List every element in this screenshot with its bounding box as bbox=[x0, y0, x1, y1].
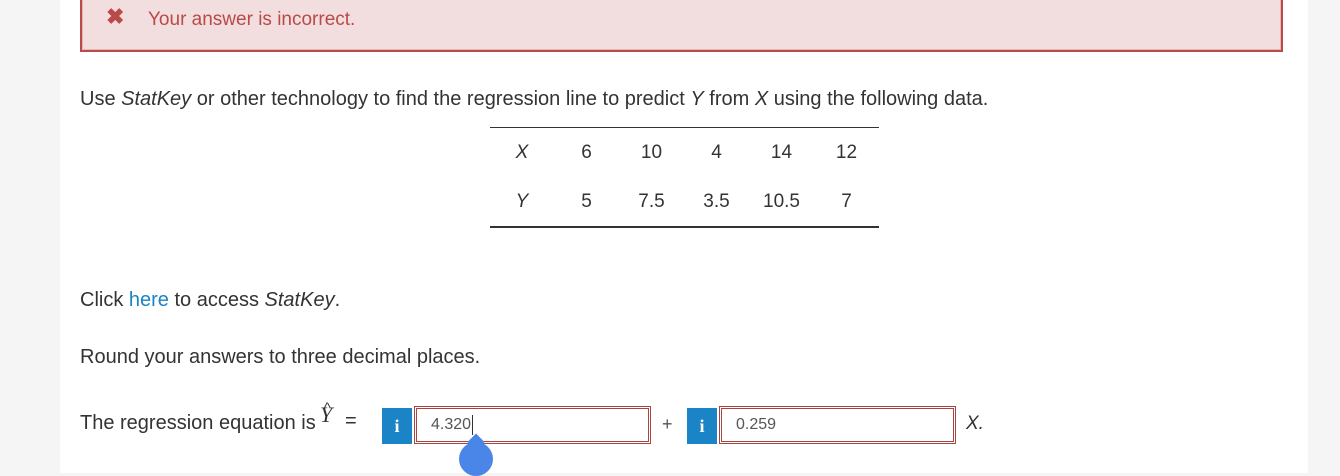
y-hat-symbol: Y bbox=[320, 402, 333, 427]
question-part3: from bbox=[703, 88, 755, 110]
text-caret bbox=[472, 414, 474, 435]
table-row-y: Y 5 7.5 3.5 10.5 7 bbox=[490, 177, 879, 227]
table-cell: 14 bbox=[770, 141, 793, 163]
click-middle: to access bbox=[168, 289, 265, 311]
alert-message: Your answer is incorrect. bbox=[148, 9, 356, 30]
slope-info-button[interactable]: i bbox=[687, 408, 717, 444]
click-suffix: . bbox=[334, 289, 341, 311]
statkey-text: StatKey bbox=[121, 88, 192, 110]
table-cell: 3.5 bbox=[703, 190, 730, 212]
table-cell: 10.5 bbox=[763, 190, 800, 212]
plus-sign: + bbox=[662, 414, 673, 434]
table-header-y: Y bbox=[515, 190, 529, 212]
table-row-x: X 6 10 4 14 12 bbox=[490, 128, 879, 178]
statkey-link[interactable]: here bbox=[129, 289, 169, 311]
table-cell: 7 bbox=[841, 190, 852, 212]
question-part4: using the following data. bbox=[768, 88, 989, 110]
click-statkey-text: StatKey bbox=[264, 289, 335, 311]
question-part1: Use bbox=[80, 88, 122, 110]
table-cell: 6 bbox=[581, 141, 592, 163]
equals-sign: = bbox=[345, 410, 357, 432]
intercept-value: 4.320 bbox=[431, 416, 472, 433]
statkey-access-line: Click here to access StatKey. bbox=[80, 289, 340, 312]
data-table: X 6 10 4 14 12 Y 5 7.5 3.5 10.5 7 bbox=[490, 127, 879, 228]
equation-label: The regression equation is bbox=[80, 412, 316, 434]
rounding-instruction: Round your answers to three decimal plac… bbox=[80, 346, 481, 368]
table-cell: 4 bbox=[711, 141, 722, 163]
content-panel bbox=[60, 0, 1308, 473]
intercept-info-button[interactable]: i bbox=[382, 408, 412, 444]
incorrect-answer-alert: ✖ Your answer is incorrect. bbox=[80, 0, 1283, 52]
table-header-x: X bbox=[515, 141, 529, 163]
slope-value: 0.259 bbox=[736, 416, 777, 433]
question-part2: or other technology to find the regressi… bbox=[191, 88, 691, 110]
click-prefix: Click bbox=[80, 289, 129, 311]
question-x-var: X bbox=[754, 88, 769, 110]
table-cell: 7.5 bbox=[638, 190, 665, 212]
trailing-x-variable: X. bbox=[966, 413, 984, 434]
question-y-var: Y bbox=[690, 88, 704, 110]
table-cell: 5 bbox=[581, 190, 592, 212]
intercept-input[interactable]: 4.320 bbox=[414, 406, 651, 444]
table-cell: 12 bbox=[835, 141, 858, 163]
table-cell: 10 bbox=[640, 141, 663, 163]
x-mark-icon: ✖ bbox=[106, 4, 125, 29]
question-text: Use StatKey or other technology to find … bbox=[80, 88, 988, 111]
slope-input[interactable]: 0.259 bbox=[719, 406, 956, 444]
text-selection-handle[interactable] bbox=[459, 442, 493, 476]
